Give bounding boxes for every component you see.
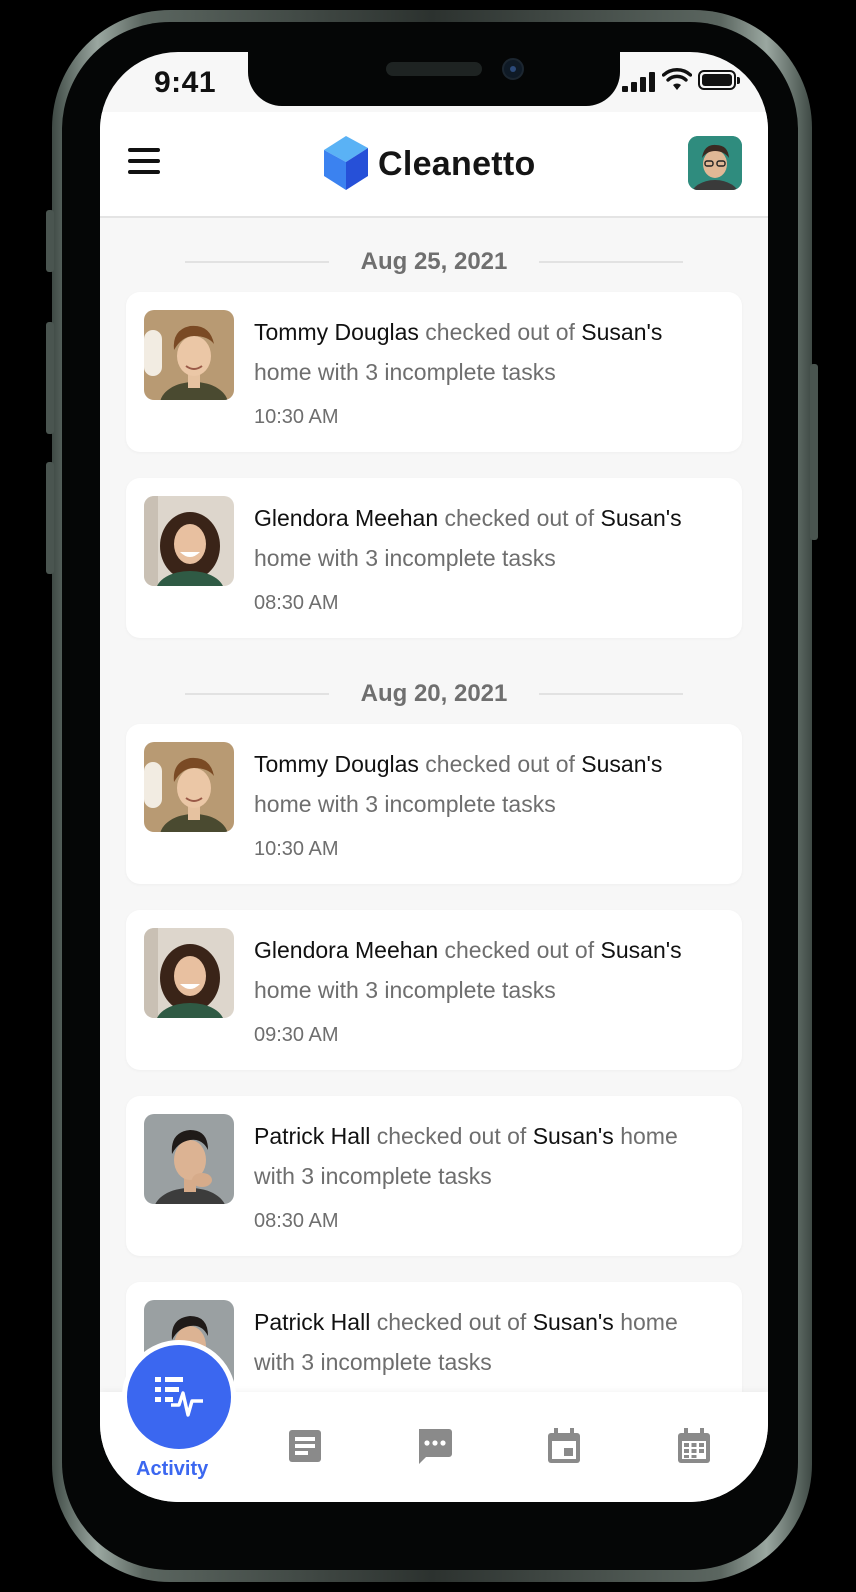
activity-action: checked out of bbox=[444, 505, 595, 531]
wifi-icon bbox=[662, 68, 692, 90]
phone-screen: 9:41 Cleanetto Aug 25, 2021 Tommy Dougla… bbox=[100, 52, 768, 1502]
activity-card[interactable]: Tommy Douglas checked out of Susan's hom… bbox=[126, 724, 742, 884]
divider bbox=[539, 261, 684, 263]
bottom-tab-bar: Activity bbox=[100, 1340, 768, 1502]
front-camera bbox=[502, 58, 524, 80]
battery-icon bbox=[698, 70, 740, 90]
cellular-signal-icon bbox=[622, 72, 656, 92]
notch bbox=[248, 52, 620, 106]
activity-time: 09:30 AM bbox=[254, 1024, 339, 1046]
place-name: Susan's bbox=[532, 1123, 614, 1149]
activity-time: 10:30 AM bbox=[254, 838, 339, 860]
person-name: Patrick Hall bbox=[254, 1123, 371, 1149]
divider bbox=[539, 693, 684, 695]
activity-description: Patrick Hall checked out of Susan's home… bbox=[254, 1302, 714, 1382]
hamburger-menu-icon[interactable] bbox=[128, 148, 162, 176]
app-header: Cleanetto bbox=[100, 112, 768, 218]
chat-icon[interactable] bbox=[414, 1426, 454, 1466]
person-avatar bbox=[144, 496, 234, 586]
activity-icon bbox=[155, 1377, 203, 1417]
place-name: Susan's bbox=[600, 505, 682, 531]
activity-card[interactable]: Glendora Meehan checked out of Susan's h… bbox=[126, 910, 742, 1070]
tab-activity-label[interactable]: Activity bbox=[136, 1458, 208, 1481]
activity-feed[interactable]: Aug 25, 2021 Tommy Douglas checked out of… bbox=[100, 218, 768, 1392]
activity-action: checked out of bbox=[444, 937, 595, 963]
volume-up-button bbox=[46, 322, 54, 434]
place-name: Susan's bbox=[581, 751, 663, 777]
activity-detail: home with 3 incomplete tasks bbox=[254, 359, 556, 385]
person-avatar bbox=[144, 1114, 234, 1204]
person-name: Tommy Douglas bbox=[254, 319, 419, 345]
activity-action: checked out of bbox=[425, 319, 575, 345]
activity-description: Tommy Douglas checked out of Susan's hom… bbox=[254, 312, 714, 392]
place-name: Susan's bbox=[581, 319, 663, 345]
notes-icon[interactable] bbox=[285, 1426, 325, 1466]
person-avatar bbox=[144, 310, 234, 400]
person-avatar bbox=[144, 742, 234, 832]
person-avatar bbox=[144, 928, 234, 1018]
activity-card[interactable]: Glendora Meehan checked out of Susan's h… bbox=[126, 478, 742, 638]
silent-switch bbox=[46, 210, 54, 272]
activity-card[interactable]: Patrick Hall checked out of Susan's home… bbox=[126, 1096, 742, 1256]
status-time: 9:41 bbox=[154, 66, 217, 99]
date-label: Aug 25, 2021 bbox=[360, 248, 508, 275]
activity-detail: home with 3 incomplete tasks bbox=[254, 545, 556, 571]
activity-description: Glendora Meehan checked out of Susan's h… bbox=[254, 498, 714, 578]
activity-description: Patrick Hall checked out of Susan's home… bbox=[254, 1116, 714, 1196]
activity-detail: home with 3 incomplete tasks bbox=[254, 791, 556, 817]
cleanetto-logo-icon bbox=[324, 136, 368, 190]
app-logo: Cleanetto bbox=[322, 134, 536, 194]
person-name: Tommy Douglas bbox=[254, 751, 419, 777]
place-name: Susan's bbox=[600, 937, 682, 963]
activity-action: checked out of bbox=[376, 1309, 527, 1335]
user-avatar-photo bbox=[688, 136, 742, 190]
volume-down-button bbox=[46, 462, 54, 574]
event-icon[interactable] bbox=[544, 1426, 584, 1466]
activity-time: 08:30 AM bbox=[254, 592, 339, 614]
earpiece-speaker bbox=[386, 62, 482, 76]
person-name: Glendora Meehan bbox=[254, 937, 439, 963]
activity-card[interactable]: Tommy Douglas checked out of Susan's hom… bbox=[126, 292, 742, 452]
power-button bbox=[810, 364, 818, 540]
place-name: Susan's bbox=[532, 1309, 614, 1335]
divider bbox=[184, 693, 329, 695]
date-separator: Aug 20, 2021 bbox=[100, 664, 768, 724]
user-avatar[interactable] bbox=[688, 136, 742, 190]
activity-time: 08:30 AM bbox=[254, 1210, 339, 1232]
app-title: Cleanetto bbox=[378, 144, 536, 183]
divider bbox=[184, 261, 329, 263]
activity-description: Tommy Douglas checked out of Susan's hom… bbox=[254, 744, 714, 824]
activity-action: checked out of bbox=[425, 751, 575, 777]
activity-description: Glendora Meehan checked out of Susan's h… bbox=[254, 930, 714, 1010]
person-name: Glendora Meehan bbox=[254, 505, 439, 531]
date-separator: Aug 25, 2021 bbox=[100, 232, 768, 292]
tab-activity[interactable] bbox=[122, 1340, 236, 1454]
activity-detail: home with 3 incomplete tasks bbox=[254, 977, 556, 1003]
activity-time: 10:30 AM bbox=[254, 406, 339, 428]
calendar-icon[interactable] bbox=[674, 1426, 714, 1466]
person-name: Patrick Hall bbox=[254, 1309, 371, 1335]
activity-action: checked out of bbox=[376, 1123, 527, 1149]
date-label: Aug 20, 2021 bbox=[360, 680, 508, 707]
